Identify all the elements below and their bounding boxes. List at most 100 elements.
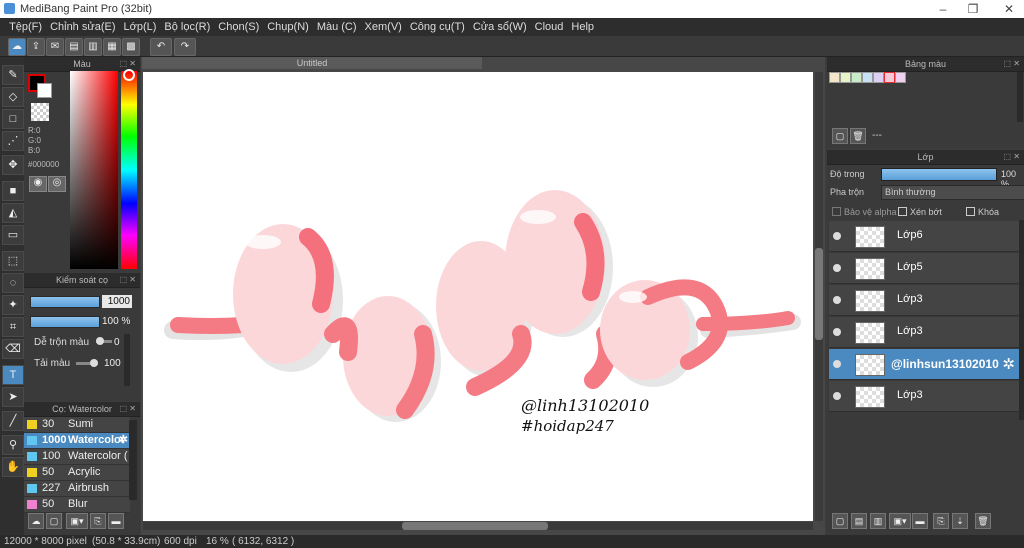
team-icon[interactable]: ▤ [65,38,83,56]
layer-scrollbar[interactable] [1019,220,1024,420]
brush-size-value[interactable]: 1000 [102,295,132,308]
brush-item[interactable]: 50 Acrylic [24,465,130,481]
layer-row[interactable]: Lớp3 [829,285,1019,316]
select-tool-icon[interactable]: ⬚ [2,251,24,271]
layer-row[interactable]: Lớp5 [829,253,1019,284]
divide-tool-icon[interactable]: ╱ [2,411,24,431]
palette-add-icon[interactable]: ◎ [48,176,66,192]
bucket-tool-icon[interactable]: ◭ [2,203,24,223]
transparent-color-swatch[interactable] [31,103,49,121]
layer-row[interactable]: Lớp3 [829,381,1019,412]
menu-color[interactable]: Màu (C) [313,18,361,36]
eraser-tool-icon[interactable]: ◇ [2,87,24,107]
palette-swatch[interactable] [851,72,862,83]
palette-swatch[interactable] [873,72,884,83]
protect-alpha-checkbox[interactable]: Bảo vệ alpha [832,207,897,217]
secondary-color-swatch[interactable] [37,83,52,98]
brush-cloud-icon[interactable]: ☁ [28,513,44,529]
document-tab[interactable]: Untitled [142,57,482,69]
move-tool-icon[interactable]: ✥ [2,155,24,175]
menu-help[interactable]: Help [567,18,598,36]
palette-swatch[interactable] [862,72,873,83]
brush-item[interactable]: 30 Sumi [24,417,130,433]
layer-opacity-slider[interactable] [881,168,997,181]
visibility-eye-icon[interactable] [833,392,841,400]
select-pen-tool-icon[interactable]: ⌗ [2,317,24,337]
operation-tool-icon[interactable]: ➤ [2,387,24,407]
tile-icon[interactable]: ▩ [122,38,140,56]
saturation-value-picker[interactable] [70,71,118,269]
brush-list-scrollbar[interactable] [129,420,137,500]
gradient-tool-icon[interactable]: ▭ [2,225,24,245]
magic-wand-tool-icon[interactable]: ✦ [2,295,24,315]
hue-slider[interactable] [121,71,137,269]
panel-controls-icon[interactable]: ⬚ ✕ [1004,150,1020,164]
brush-opacity-slider[interactable] [30,316,100,328]
menu-layer[interactable]: Lớp(L) [120,18,161,36]
lasso-tool-icon[interactable]: ◌ [2,273,24,293]
hand-tool-icon[interactable]: ✋ [2,457,24,477]
canvas-vertical-scroll-thumb[interactable] [815,248,823,340]
layer-add-menu-icon[interactable]: ▣▾ [889,513,911,529]
palette-scrollbar[interactable] [1017,72,1023,122]
visibility-eye-icon[interactable] [833,360,841,368]
undo-icon[interactable]: ↶ [150,38,172,56]
share-icon[interactable]: ⇪ [27,38,45,56]
page-icon[interactable]: ▥ [84,38,102,56]
rect-tool-icon[interactable]: □ [2,109,24,129]
maximize-button[interactable]: ❐ [958,1,988,17]
lock-checkbox[interactable]: Khóa [966,207,999,217]
palette-swatch[interactable] [884,72,895,83]
palette-delete-icon[interactable]: 🗑 [850,128,866,144]
redo-icon[interactable]: ↷ [174,38,196,56]
layer-row[interactable]: @linhsun13102010 ✲ [829,349,1019,380]
menu-cloud[interactable]: Cloud [531,18,568,36]
brush-item[interactable]: 1000 Watercolor ✲ [24,433,130,449]
brush-size-slider[interactable] [30,296,100,308]
menu-snap[interactable]: Chụp(N) [263,18,313,36]
brush-item[interactable]: 100 Watercolor ( [24,449,130,465]
layer-delete-icon[interactable]: 🗑 [975,513,991,529]
visibility-eye-icon[interactable] [833,232,841,240]
brush-add-icon[interactable]: ▣▾ [66,513,88,529]
layer-row[interactable]: Lớp3 [829,317,1019,348]
panel-controls-icon[interactable]: ⬚ ✕ [120,273,136,287]
layer-folder-icon[interactable]: ▬ [912,513,928,529]
canvas-horizontal-scroll-thumb[interactable] [402,522,548,530]
menu-view[interactable]: Xem(V) [361,18,406,36]
palette-swatch[interactable] [895,72,906,83]
visibility-eye-icon[interactable] [833,296,841,304]
load-handle[interactable] [90,359,98,367]
minimize-button[interactable]: – [928,1,958,17]
clipping-checkbox[interactable]: Xén bớt [898,207,942,217]
brush-settings-icon[interactable]: ✲ [119,433,128,448]
palette-swatch[interactable] [840,72,851,83]
layer-new-color-icon[interactable]: ▤ [851,513,867,529]
fill-rect-tool-icon[interactable]: ■ [2,181,24,201]
brush-new-icon[interactable]: ▢ [46,513,62,529]
eyedropper-tool-icon[interactable]: ⚲ [2,435,24,455]
menu-select[interactable]: Chọn(S) [214,18,263,36]
palette-swatch[interactable] [829,72,840,83]
layer-new-icon[interactable]: ▢ [832,513,848,529]
palette-new-icon[interactable]: ▢ [832,128,848,144]
select-eraser-tool-icon[interactable]: ⌫ [2,339,24,359]
visibility-eye-icon[interactable] [833,328,841,336]
panel-controls-icon[interactable]: ⬚ ✕ [1004,57,1020,71]
layer-duplicate-icon[interactable]: ⎘ [933,513,949,529]
brush-folder-icon[interactable]: ▬ [108,513,124,529]
brush-tool-icon[interactable]: ✎ [2,65,24,85]
brush-control-scrollbar[interactable] [124,334,130,386]
layer-new-8bit-icon[interactable]: ▥ [870,513,886,529]
text-tool-icon[interactable]: T [2,365,24,385]
brush-item[interactable]: 227 Airbrush [24,481,130,497]
layer-blend-select[interactable]: Bình thường [881,185,1024,200]
palette-icon[interactable]: ◉ [29,176,47,192]
panel-controls-icon[interactable]: ⬚ ✕ [120,402,136,416]
layer-settings-icon[interactable]: ✲ [1002,355,1015,373]
grid-icon[interactable]: ▦ [103,38,121,56]
menu-window[interactable]: Cửa sổ(W) [469,18,531,36]
comment-icon[interactable]: ✉ [46,38,64,56]
dot-tool-icon[interactable]: ⋰ [2,131,24,151]
cloud-icon[interactable]: ☁ [8,38,26,56]
